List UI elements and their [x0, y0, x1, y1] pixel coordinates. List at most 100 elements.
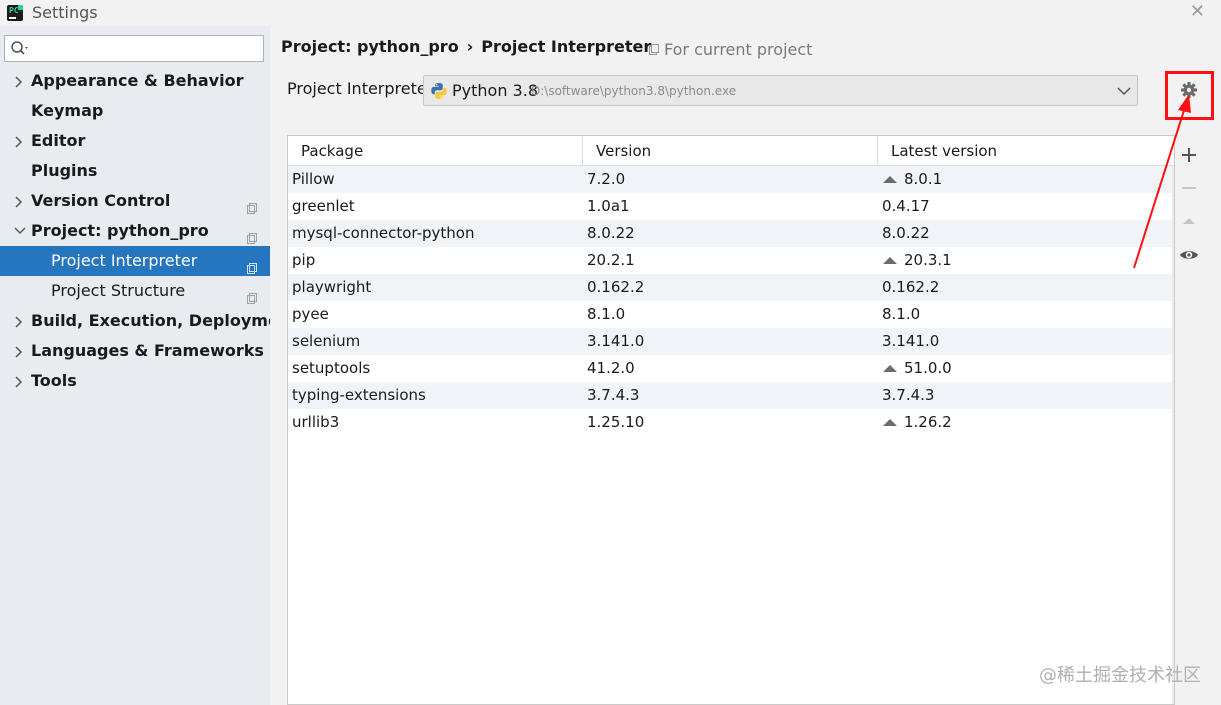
- package-version: 8.0.22: [587, 224, 635, 242]
- package-name: mysql-connector-python: [292, 224, 475, 242]
- package-version: 7.2.0: [587, 170, 626, 188]
- package-latest-version: 3.7.4.3: [882, 386, 935, 404]
- chevron-right-icon[interactable]: [13, 306, 25, 336]
- sidebar-item-editor[interactable]: Editor: [0, 126, 270, 156]
- search-input[interactable]: [4, 35, 264, 62]
- pycharm-icon: PC: [7, 5, 23, 21]
- sidebar-item-label: Languages & Frameworks: [31, 341, 264, 360]
- package-version: 3.141.0: [587, 332, 645, 350]
- column-header-package[interactable]: Package: [288, 136, 583, 166]
- package-version: 0.162.2: [587, 278, 645, 296]
- close-icon[interactable]: ✕: [1190, 1, 1205, 22]
- package-latest-version-cell: 3.141.0: [882, 328, 939, 355]
- sidebar-item-version-control[interactable]: Version Control: [0, 186, 270, 216]
- package-latest-version: 1.26.2: [904, 413, 952, 431]
- sidebar-item-label: Plugins: [31, 161, 98, 180]
- table-row[interactable]: typing-extensions 3.7.4.3 3.7.4.3: [288, 382, 1174, 409]
- package-name: urllib3: [292, 413, 340, 431]
- package-name: greenlet: [292, 197, 355, 215]
- sidebar-item-keymap[interactable]: Keymap: [0, 96, 270, 126]
- chevron-right-icon[interactable]: [13, 366, 25, 396]
- annotation-arrow: [1133, 94, 1191, 269]
- sidebar-item-tools[interactable]: Tools: [0, 366, 270, 396]
- chevron-down-icon[interactable]: [13, 216, 26, 246]
- package-latest-version-cell: 3.7.4.3: [882, 382, 934, 409]
- package-latest-version-cell: 8.0.1: [882, 166, 942, 193]
- package-version: 1.25.10: [587, 413, 645, 431]
- package-name: pyee: [292, 305, 329, 323]
- search-icon: [11, 41, 28, 55]
- sidebar-item-label: Project: python_pro: [31, 221, 209, 240]
- package-latest-version-cell: 0.4.17: [882, 193, 930, 220]
- project-scope-icon: [246, 285, 258, 304]
- package-name: pip: [292, 251, 316, 269]
- project-scope-icon: [649, 44, 659, 55]
- package-latest-version-cell: 1.26.2: [882, 409, 952, 436]
- upgrade-available-icon: [882, 166, 898, 193]
- python-icon: [431, 83, 447, 99]
- sidebar-item-project-interpreter[interactable]: Project Interpreter: [0, 246, 270, 276]
- table-row[interactable]: Pillow 7.2.0 8.0.1: [288, 166, 1174, 193]
- package-version: 1.0a1: [587, 197, 630, 215]
- table-row[interactable]: greenlet 1.0a1 0.4.17: [288, 193, 1174, 220]
- package-latest-version-cell: 0.162.2: [882, 274, 939, 301]
- sidebar-item-label: Build, Execution, Deployment: [31, 311, 298, 330]
- sidebar-item-plugins[interactable]: Plugins: [0, 156, 270, 186]
- package-name: typing-extensions: [292, 386, 426, 404]
- breadcrumb-current: Project Interpreter: [481, 37, 652, 56]
- sidebar-item-appearance-behavior[interactable]: Appearance & Behavior: [0, 66, 270, 96]
- chevron-right-icon[interactable]: [13, 126, 25, 156]
- table-header: Package Version Latest version: [288, 136, 1174, 166]
- package-name: Pillow: [292, 170, 335, 188]
- package-latest-version: 20.3.1: [904, 251, 952, 269]
- project-scope-icon: [246, 195, 258, 214]
- interpreter-dropdown[interactable]: Python 3.8 D:\software\python3.8\python.…: [423, 75, 1138, 106]
- table-row[interactable]: playwright 0.162.2 0.162.2: [288, 274, 1174, 301]
- package-version: 3.7.4.3: [587, 386, 640, 404]
- package-version: 8.1.0: [587, 305, 626, 323]
- window-title: Settings: [32, 3, 98, 22]
- column-header-version[interactable]: Version: [583, 136, 878, 166]
- chevron-right-icon[interactable]: [13, 66, 25, 96]
- package-name: playwright: [292, 278, 372, 296]
- upgrade-available-icon: [882, 247, 898, 274]
- package-latest-version-cell: 8.0.22: [882, 220, 930, 247]
- package-latest-version: 3.141.0: [882, 332, 940, 350]
- table-row[interactable]: selenium 3.141.0 3.141.0: [288, 328, 1174, 355]
- title-bar: PC Settings ✕: [0, 0, 1221, 26]
- chevron-right-icon[interactable]: [13, 336, 25, 366]
- table-row[interactable]: mysql-connector-python 8.0.22 8.0.22: [288, 220, 1174, 247]
- sidebar-item-project-structure[interactable]: Project Structure: [0, 276, 270, 306]
- interpreter-label: Project Interpreter:: [287, 79, 439, 98]
- chevron-right-icon[interactable]: [13, 186, 25, 216]
- packages-table: Package Version Latest version Pillow 7.2…: [287, 135, 1175, 705]
- sidebar-item-label: Appearance & Behavior: [31, 71, 244, 90]
- package-latest-version: 8.0.1: [904, 170, 943, 188]
- package-latest-version: 8.0.22: [882, 224, 930, 242]
- sidebar-item-label: Keymap: [31, 101, 104, 120]
- table-row[interactable]: urllib3 1.25.10 1.26.2: [288, 409, 1174, 436]
- settings-sidebar: Appearance & Behavior Keymap Editor Plugins…: [0, 26, 298, 705]
- sidebar-item-label: Editor: [31, 131, 86, 150]
- sidebar-item-languages-frameworks[interactable]: Languages & Frameworks: [0, 336, 270, 366]
- package-latest-version-cell: 8.1.0: [882, 301, 920, 328]
- package-latest-version: 51.0.0: [904, 359, 952, 377]
- sidebar-item-build-execution-deployment[interactable]: Build, Execution, Deployment: [0, 306, 298, 336]
- project-scope-icon: [246, 225, 258, 244]
- sidebar-item-label: Project Interpreter: [51, 251, 198, 270]
- table-row[interactable]: pip 20.2.1 20.3.1: [288, 247, 1174, 274]
- package-latest-version-cell: 51.0.0: [882, 355, 952, 382]
- sidebar-item-label: Tools: [31, 371, 77, 390]
- table-row[interactable]: pyee 8.1.0 8.1.0: [288, 301, 1174, 328]
- breadcrumb-parent[interactable]: Project: python_pro: [281, 37, 459, 56]
- package-latest-version: 0.162.2: [882, 278, 940, 296]
- scope-note-text: For current project: [664, 40, 813, 59]
- package-latest-version: 0.4.17: [882, 197, 930, 215]
- package-latest-version: 8.1.0: [882, 305, 921, 323]
- interpreter-name: Python 3.8: [452, 81, 538, 100]
- scope-note: For current project: [648, 40, 812, 59]
- table-row[interactable]: setuptools 41.2.0 51.0.0: [288, 355, 1174, 382]
- sidebar-item-label: Project Structure: [51, 281, 186, 300]
- upgrade-available-icon: [882, 355, 898, 382]
- sidebar-item-project-python-pro[interactable]: Project: python_pro: [0, 216, 270, 246]
